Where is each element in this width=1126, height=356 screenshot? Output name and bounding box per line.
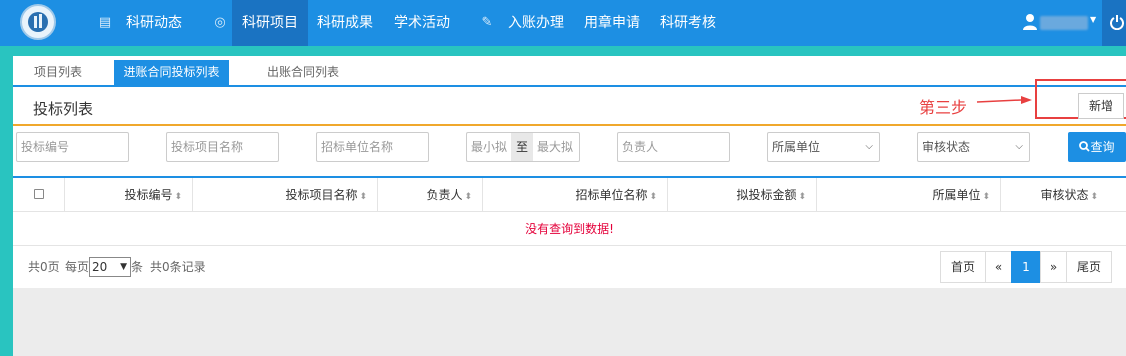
logo[interactable]: [20, 4, 56, 40]
document-icon: ▤: [98, 15, 112, 30]
range-separator: 至: [511, 132, 533, 162]
sort-icon: ⬍: [359, 192, 367, 202]
page-size-select[interactable]: 20 ▼: [89, 257, 131, 277]
total-pages: 共0页: [28, 260, 60, 274]
logo-emblem: [28, 12, 48, 32]
nav-item-academic[interactable]: 学术活动: [394, 0, 450, 46]
first-page-button[interactable]: 首页: [940, 251, 986, 283]
min-amount-input[interactable]: 最小拟: [466, 132, 511, 162]
sort-icon: ⬍: [649, 192, 657, 202]
nav-item-seal[interactable]: 用章申请: [584, 0, 640, 46]
query-button[interactable]: 查询: [1068, 132, 1126, 162]
page-size-value: 20: [92, 260, 108, 274]
status-select-value: 审核状态: [922, 140, 971, 154]
power-icon: [1110, 15, 1124, 30]
add-button[interactable]: 新增: [1078, 93, 1124, 119]
divider: [13, 124, 1126, 126]
column-header-status[interactable]: 审核状态 ⬍: [1001, 178, 1126, 212]
sort-icon: ⬍: [174, 192, 182, 202]
department-select[interactable]: 所属单位 ⌵: [767, 132, 880, 162]
empty-table-message: 没有查询到数据!: [13, 212, 1126, 246]
user-name-blurred[interactable]: [1040, 16, 1088, 30]
column-header-unit-name[interactable]: 招标单位名称 ⬍: [483, 178, 668, 212]
annotation-arrow-icon: [976, 96, 1032, 104]
tab-outgoing-contract-list[interactable]: 出账合同列表: [248, 60, 358, 85]
column-header-owner[interactable]: 负责人 ⬍: [378, 178, 483, 212]
project-name-input[interactable]: 投标项目名称: [166, 132, 279, 162]
total-records: 共0条记录: [150, 260, 206, 274]
column-header-department[interactable]: 所属单位 ⬍: [817, 178, 1001, 212]
next-page-button[interactable]: »: [1040, 251, 1067, 283]
sort-icon: ⬍: [798, 192, 806, 202]
logout-button[interactable]: [1102, 0, 1126, 46]
status-select[interactable]: 审核状态 ⌵: [917, 132, 1030, 162]
prev-page-button[interactable]: «: [985, 251, 1012, 283]
table-header: 投标编号 ⬍ 投标项目名称 ⬍ 负责人 ⬍ 招标单位名称 ⬍ 拟投标金额 ⬍ 所属单位 ⬍ …: [13, 178, 1126, 212]
per-page-label: 每页: [65, 260, 90, 274]
sort-icon: ⬍: [1090, 192, 1098, 202]
max-amount-input[interactable]: 最大拟: [533, 132, 580, 162]
owner-input[interactable]: 负责人: [617, 132, 730, 162]
nav-item-news[interactable]: 科研动态: [126, 0, 182, 46]
per-page-unit: 条: [131, 260, 144, 274]
chevron-down-icon: ⌵: [1015, 141, 1023, 152]
top-nav-bar: ▤ 科研动态 ◎ 科研项目 科研成果 学术活动 ✎ 入账办理 用章申请 科研考核…: [0, 0, 1126, 46]
compass-icon: ◎: [214, 15, 226, 30]
sort-icon: ⬍: [464, 192, 472, 202]
user-icon[interactable]: [1022, 13, 1038, 31]
chevron-down-icon[interactable]: ▼: [1090, 15, 1096, 24]
last-page-button[interactable]: 尾页: [1066, 251, 1112, 283]
column-header-project-name[interactable]: 投标项目名称 ⬍: [193, 178, 378, 212]
unit-name-input[interactable]: 招标单位名称: [316, 132, 429, 162]
page-1-button[interactable]: 1: [1011, 251, 1041, 283]
bid-no-input[interactable]: 投标编号: [16, 132, 129, 162]
annotation-step-label: 第三步: [919, 98, 968, 117]
search-icon: [1079, 141, 1091, 152]
section-title: 投标列表: [33, 100, 94, 118]
content-panel: 项目列表 进账合同投标列表 出账合同列表 投标列表 第三步 新增 投标编号 投标…: [13, 56, 1126, 288]
edit-icon: ✎: [481, 15, 493, 30]
page-background: [13, 288, 1126, 356]
nav-item-accounting[interactable]: 入账办理: [508, 0, 564, 46]
tab-project-list[interactable]: 项目列表: [21, 60, 95, 85]
sort-icon: ⬍: [982, 192, 990, 202]
tab-bar: 项目列表 进账合同投标列表 出账合同列表: [13, 56, 1126, 87]
tab-incoming-bid-list[interactable]: 进账合同投标列表: [114, 60, 229, 85]
nav-item-assessment[interactable]: 科研考核: [660, 0, 716, 46]
query-button-label: 查询: [1090, 140, 1115, 154]
select-all-checkbox[interactable]: [34, 189, 44, 199]
column-header-bid-no[interactable]: 投标编号 ⬍: [65, 178, 193, 212]
department-select-value: 所属单位: [772, 140, 821, 154]
nav-item-projects[interactable]: 科研项目: [232, 0, 308, 46]
chevron-down-icon: ▼: [120, 262, 127, 272]
column-header-bid-amount[interactable]: 拟投标金额 ⬍: [668, 178, 817, 212]
nav-item-achievements[interactable]: 科研成果: [317, 0, 373, 46]
chevron-down-icon: ⌵: [865, 141, 873, 152]
